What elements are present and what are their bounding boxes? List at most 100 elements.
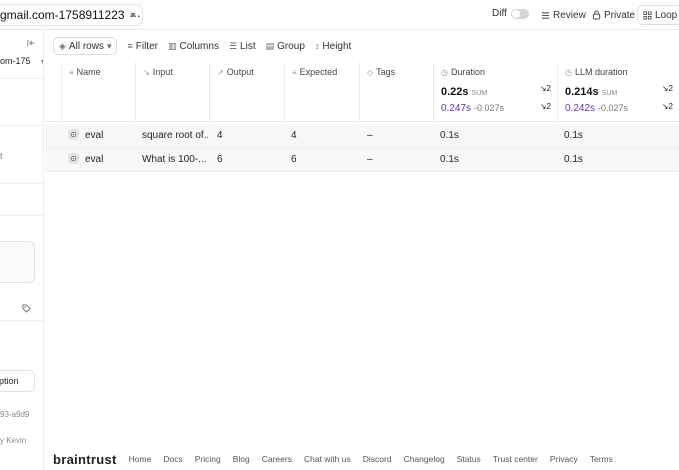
column-header-expected[interactable]: ≡ Expected xyxy=(284,62,359,122)
footer: braintrust Home Docs Pricing Blog Career… xyxy=(53,452,613,467)
badge-count: 2 xyxy=(546,84,551,93)
row-llm-duration: 0.1s xyxy=(564,130,583,141)
footer-link-careers[interactable]: Careers xyxy=(262,454,292,464)
project-selector[interactable]: gmail.com-1758911223 ▾ xyxy=(0,4,143,26)
top-bar: gmail.com-1758911223 ▾ ··· Diff Review P… xyxy=(0,0,679,30)
row-llm-duration: 0.1s xyxy=(564,154,583,165)
footer-link-discord[interactable]: Discord xyxy=(363,454,392,464)
column-label: Name xyxy=(76,67,101,77)
private-button[interactable]: Private xyxy=(592,6,635,24)
clock-icon: ◷ xyxy=(565,67,572,77)
height-label: Height xyxy=(322,40,352,52)
toggle-switch[interactable] xyxy=(510,8,529,19)
footer-link-chat[interactable]: Chat with us xyxy=(304,454,351,464)
project-name: gmail.com-1758911223 xyxy=(0,8,125,22)
filter-label: Filter xyxy=(135,40,158,52)
llm-duration-delta: -0.027s xyxy=(598,103,629,113)
row-expected: 4 xyxy=(291,130,297,141)
column-header-llm-duration[interactable]: ◷ LLM duration 0.214s SUM ↘2 0.242s -0.02… xyxy=(557,62,679,122)
review-label: Review xyxy=(553,9,586,21)
column-header-input[interactable]: ↘ Input xyxy=(135,62,209,122)
divider xyxy=(0,320,43,321)
badge-count: 2 xyxy=(668,84,673,93)
sidebar-collapse-icon[interactable] xyxy=(27,39,35,47)
filter-button[interactable]: ≡ Filter xyxy=(127,41,158,52)
sidebar-id: 93-a9d9 xyxy=(0,410,30,419)
footer-links: Home Docs Pricing Blog Careers Chat with… xyxy=(129,454,613,464)
table-row[interactable]: ⊙ eval square root of... 4 4 – 0.1s 0.1s xyxy=(45,124,679,148)
duration-delta: -0.027s xyxy=(474,103,505,113)
column-label: LLM duration xyxy=(574,67,628,77)
table-row[interactable]: ⊙ eval What is 100-... 6 6 – 0.1s 0.1s xyxy=(45,148,679,172)
sidebar-textarea[interactable] xyxy=(0,241,35,283)
tag-icon[interactable] xyxy=(22,304,31,313)
diff-label: Diff xyxy=(492,8,507,19)
height-button[interactable]: ↕ Height xyxy=(315,41,351,52)
duration-compare-value: 0.247s xyxy=(441,103,472,114)
sum-label: SUM xyxy=(471,90,488,97)
row-tags: – xyxy=(367,130,373,141)
row-height-icon: ↕ xyxy=(314,41,320,51)
loop-label: Loop xyxy=(655,9,678,21)
footer-link-terms[interactable]: Terms xyxy=(590,454,613,464)
regression-badge[interactable]: ↘2 xyxy=(540,84,551,93)
review-list-icon xyxy=(541,11,550,19)
eval-span-icon: ⊙ xyxy=(68,128,79,140)
duration-sum: 0.22s xyxy=(441,86,469,98)
footer-link-trust-center[interactable]: Trust center xyxy=(493,454,538,464)
column-label: Output xyxy=(226,67,254,77)
column-header-output[interactable]: ↗ Output xyxy=(209,62,284,122)
row-output: 4 xyxy=(217,130,223,141)
input-arrow-icon: ↘ xyxy=(143,67,150,77)
row-duration: 0.1s xyxy=(440,154,459,165)
footer-link-pricing[interactable]: Pricing xyxy=(195,454,221,464)
diff-toggle[interactable]: Diff xyxy=(492,8,529,19)
footer-link-blog[interactable]: Blog xyxy=(233,454,250,464)
all-rows-dropdown[interactable]: ◈ All rows ▾ xyxy=(53,37,118,55)
sidebar-option-button[interactable]: ption xyxy=(0,370,35,392)
row-tags: – xyxy=(367,154,373,165)
column-label: Input xyxy=(152,67,173,77)
llm-duration-sum: 0.214s xyxy=(565,86,599,98)
column-header-name[interactable]: ≡ Name xyxy=(61,62,135,122)
footer-link-privacy[interactable]: Privacy xyxy=(550,454,578,464)
footer-link-status[interactable]: Status xyxy=(457,454,481,464)
footer-link-docs[interactable]: Docs xyxy=(163,454,182,464)
footer-link-changelog[interactable]: Changelog xyxy=(404,454,445,464)
tag-icon: ◇ xyxy=(367,67,374,77)
badge-count: 2 xyxy=(668,102,673,111)
group-label: Group xyxy=(277,40,305,52)
column-label: Duration xyxy=(450,67,486,77)
more-options-icon[interactable]: ··· xyxy=(129,7,141,23)
regression-badge[interactable]: ↘2 xyxy=(540,102,551,111)
eval-span-icon: ⊙ xyxy=(68,152,79,164)
regression-badge[interactable]: ↘2 xyxy=(662,84,673,93)
sidebar-project-name[interactable]: om-175 ▾ xyxy=(0,56,43,66)
divider xyxy=(0,183,43,184)
text-column-icon: ≡ xyxy=(69,67,74,77)
column-header-duration[interactable]: ◷ Duration 0.22s SUM ↘2 0.247s -0.027s ↘2 xyxy=(433,62,557,122)
experiment-table: ≡ Name ↘ Input ↗ Output ≡ Expected ◇ Tags ◷ Du… xyxy=(45,62,679,172)
footer-link-home[interactable]: Home xyxy=(129,454,152,464)
braintrust-logo[interactable]: braintrust xyxy=(53,452,117,467)
sidebar-project-label: om-175 xyxy=(0,56,31,66)
badge-count: 2 xyxy=(546,102,551,111)
loop-button[interactable]: Loop xyxy=(637,5,679,25)
columns-icon: ▥ xyxy=(167,40,177,51)
filter-icon: ≡ xyxy=(127,41,133,51)
group-button[interactable]: ▤ Group xyxy=(266,41,305,52)
chevron-down-icon: ▾ xyxy=(106,40,112,51)
columns-button[interactable]: ▥ Columns xyxy=(168,41,219,52)
regression-badge[interactable]: ↘2 xyxy=(662,102,673,111)
review-button[interactable]: Review xyxy=(541,6,586,24)
list-button[interactable]: ☰ List xyxy=(229,41,256,52)
row-name: eval xyxy=(85,154,104,165)
loop-icon xyxy=(643,10,652,20)
sidebar-author: y Kevin xyxy=(0,436,27,445)
row-name-cell: ⊙ eval xyxy=(68,124,138,148)
chevron-down-icon: ▾ xyxy=(41,57,43,66)
row-input: What is 100-... xyxy=(142,154,207,165)
row-name-cell: ⊙ eval xyxy=(68,148,138,172)
layers-icon: ◈ xyxy=(59,40,66,51)
column-header-tags[interactable]: ◇ Tags xyxy=(359,62,433,122)
